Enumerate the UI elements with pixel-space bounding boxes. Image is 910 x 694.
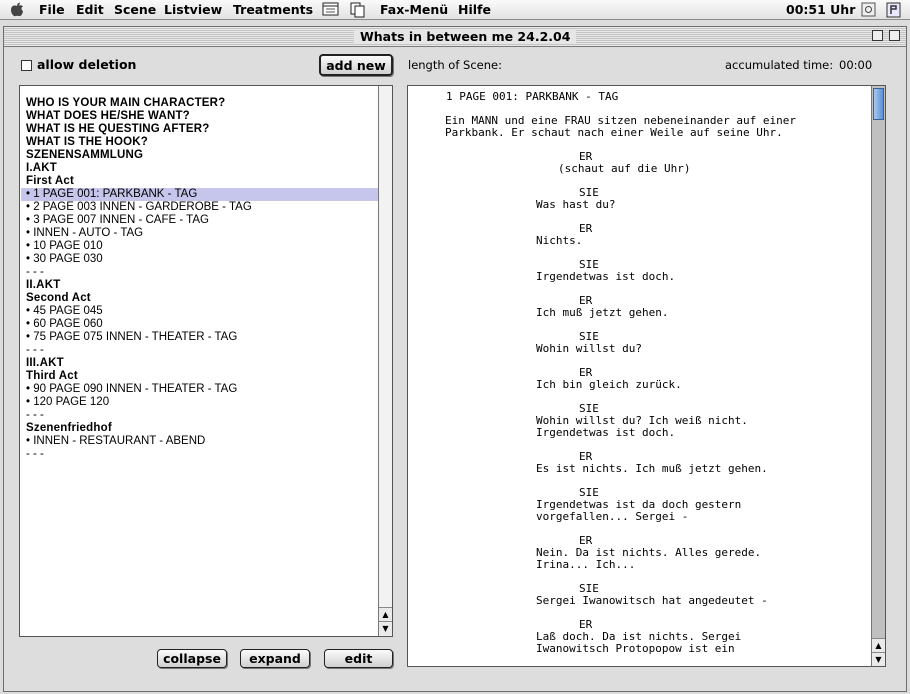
script-line: Irgendetwas ist doch. bbox=[536, 270, 676, 283]
list-item[interactable]: • 1 PAGE 001: PARKBANK - TAG bbox=[21, 188, 383, 201]
list-heading[interactable]: Second Act bbox=[21, 292, 383, 305]
apple-icon[interactable] bbox=[8, 2, 26, 21]
list-item[interactable]: • 90 PAGE 090 INNEN - THEATER - TAG bbox=[21, 383, 383, 396]
add-new-button[interactable]: add new bbox=[319, 54, 393, 76]
list-heading[interactable]: WHAT IS HE QUESTING AFTER? bbox=[21, 123, 383, 136]
script-scroll-thumb[interactable] bbox=[873, 88, 884, 120]
zoom-box-icon[interactable] bbox=[872, 30, 883, 41]
menu-hilfe[interactable]: Hilfe bbox=[458, 2, 491, 17]
script-line: vorgefallen... Sergei - bbox=[536, 510, 689, 523]
window-menu-icon[interactable] bbox=[322, 2, 340, 20]
menu-treatments[interactable]: Treatments bbox=[233, 2, 313, 17]
script-line: Ich bin gleich zurück. bbox=[536, 378, 682, 391]
list-item[interactable]: • 10 PAGE 010 bbox=[21, 240, 383, 253]
list-heading[interactable]: Szenenfriedhof bbox=[21, 422, 383, 435]
script-line: Was hast du? bbox=[536, 198, 616, 211]
list-heading[interactable]: SZENENSAMMLUNG bbox=[21, 149, 383, 162]
script-line: Ich muß jetzt gehen. bbox=[536, 306, 669, 319]
script-line: Iwanowitsch Protopopow ist ein bbox=[536, 642, 735, 655]
scene-length-label: length of Scene: bbox=[408, 58, 502, 72]
script-scroll-up-arrow-icon[interactable]: ▲ bbox=[872, 638, 885, 652]
list-heading[interactable]: II.AKT bbox=[21, 279, 383, 292]
list-item[interactable]: - - - bbox=[21, 409, 383, 422]
list-heading[interactable]: WHAT DOES HE/SHE WANT? bbox=[21, 110, 383, 123]
collapse-box-icon[interactable] bbox=[889, 30, 900, 41]
script-line: Sergei Iwanowitsch hat angedeutet - bbox=[536, 594, 768, 607]
list-item[interactable]: • 3 PAGE 007 INNEN - CAFE - TAG bbox=[21, 214, 383, 227]
documents-menu-icon[interactable] bbox=[350, 2, 366, 21]
window-title: Whats in between me 24.2.04 bbox=[354, 29, 577, 44]
scroll-down-arrow-icon[interactable]: ▼ bbox=[379, 621, 392, 635]
list-item[interactable]: • INNEN - AUTO - TAG bbox=[21, 227, 383, 240]
menubar-clock[interactable]: 00:51 Uhr bbox=[786, 2, 855, 17]
list-item[interactable]: • 75 PAGE 075 INNEN - THEATER - TAG bbox=[21, 331, 383, 344]
list-heading[interactable]: I.AKT bbox=[21, 162, 383, 175]
application-menu-icon[interactable] bbox=[886, 2, 902, 21]
list-item[interactable]: - - - bbox=[21, 448, 383, 461]
list-heading[interactable]: WHAT IS THE HOOK? bbox=[21, 136, 383, 149]
script-line: Parkbank. Er schaut nach einer Weile auf… bbox=[445, 126, 783, 139]
script-scroll-down-arrow-icon[interactable]: ▼ bbox=[872, 652, 885, 666]
script-line: Es ist nichts. Ich muß jetzt gehen. bbox=[536, 462, 768, 475]
menu-fax[interactable]: Fax-Menü bbox=[380, 2, 448, 17]
script-line: (schaut auf die Uhr) bbox=[558, 162, 691, 175]
script-line: 1 PAGE 001: PARKBANK - TAG bbox=[446, 90, 619, 103]
list-item[interactable]: • 120 PAGE 120 bbox=[21, 396, 383, 409]
script-line: Wohin willst du? bbox=[536, 342, 642, 355]
list-item[interactable]: • 30 PAGE 030 bbox=[21, 253, 383, 266]
main-window: Whats in between me 24.2.04 allow deleti… bbox=[3, 26, 907, 692]
list-item[interactable]: • INNEN - RESTAURANT - ABEND bbox=[21, 435, 383, 448]
collapse-button[interactable]: collapse bbox=[157, 649, 227, 668]
allow-deletion-checkbox[interactable] bbox=[21, 60, 32, 71]
scroll-up-arrow-icon[interactable]: ▲ bbox=[379, 607, 392, 621]
script-scrollbar[interactable]: ▲ ▼ bbox=[871, 86, 885, 666]
list-item[interactable]: - - - bbox=[21, 344, 383, 357]
scene-list[interactable]: WHO IS YOUR MAIN CHARACTER? WHAT DOES HE/… bbox=[19, 85, 393, 637]
menu-bar: File Edit Scene Listview Treatments Fax-… bbox=[0, 0, 910, 20]
list-heading[interactable]: Third Act bbox=[21, 370, 383, 383]
menu-listview[interactable]: Listview bbox=[164, 2, 222, 17]
list-item[interactable]: • 45 PAGE 045 bbox=[21, 305, 383, 318]
list-item[interactable]: • 2 PAGE 003 INNEN - GARDEROBE - TAG bbox=[21, 201, 383, 214]
scene-list-scrollbar[interactable]: ▲ ▼ bbox=[378, 86, 392, 636]
help-icon[interactable] bbox=[861, 2, 877, 21]
script-line: Nichts. bbox=[536, 234, 583, 247]
accumulated-time-label: accumulated time: bbox=[725, 58, 834, 72]
menu-edit[interactable]: Edit bbox=[76, 2, 104, 17]
expand-button[interactable]: expand bbox=[240, 649, 310, 668]
menu-file[interactable]: File bbox=[39, 2, 65, 17]
menu-scene[interactable]: Scene bbox=[114, 2, 156, 17]
list-item[interactable]: • 60 PAGE 060 bbox=[21, 318, 383, 331]
accumulated-time-value: 00:00 bbox=[839, 58, 873, 72]
script-line: Irina... Ich... bbox=[536, 558, 636, 571]
list-item[interactable]: - - - bbox=[21, 266, 383, 279]
list-heading[interactable]: WHO IS YOUR MAIN CHARACTER? bbox=[21, 97, 383, 110]
edit-button[interactable]: edit bbox=[324, 649, 393, 668]
script-line: Irgendetwas ist doch. bbox=[536, 426, 676, 439]
list-heading[interactable]: III.AKT bbox=[21, 357, 383, 370]
window-title-bar[interactable]: Whats in between me 24.2.04 bbox=[4, 27, 906, 47]
list-heading[interactable]: First Act bbox=[21, 175, 383, 188]
allow-deletion-label: allow deletion bbox=[37, 57, 137, 72]
script-text-area[interactable]: 1 PAGE 001: PARKBANK - TAG Ein MANN und e… bbox=[407, 85, 886, 667]
